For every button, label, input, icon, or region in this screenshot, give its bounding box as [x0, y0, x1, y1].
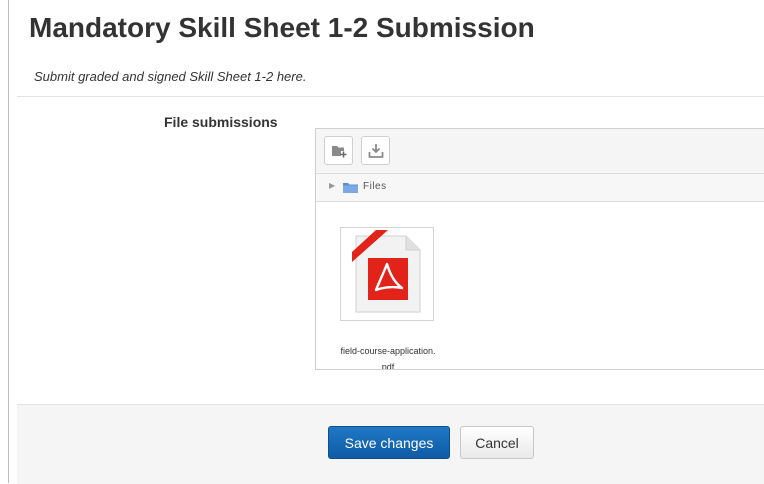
assignment-intro: Submit graded and signed Skill Sheet 1-2… — [34, 69, 307, 84]
pdf-file-icon — [352, 230, 421, 313]
section-divider — [17, 96, 764, 97]
add-file-button[interactable] — [324, 136, 353, 165]
folder-icon — [343, 183, 358, 193]
path-label[interactable]: Files — [363, 181, 387, 192]
file-manager: ▶ Files field-course-application.pdf — [315, 128, 764, 370]
page-title: Mandatory Skill Sheet 1-2 Submission — [29, 12, 535, 43]
file-item[interactable]: field-course-application.pdf — [340, 227, 436, 369]
file-manager-path: ▶ Files — [316, 174, 764, 202]
page-frame: Mandatory Skill Sheet 1-2 Submission Sub… — [8, 0, 764, 484]
folder-add-icon — [332, 146, 347, 158]
file-area: field-course-application.pdf — [316, 202, 764, 369]
save-changes-button[interactable]: Save changes — [328, 426, 450, 459]
path-expand-icon[interactable]: ▶ — [329, 181, 335, 190]
file-manager-toolbar — [316, 129, 764, 174]
download-icon — [368, 144, 384, 158]
form-actions: Save changes Cancel — [17, 404, 764, 484]
file-name: field-course-application.pdf — [340, 346, 436, 369]
download-all-button[interactable] — [361, 136, 390, 165]
file-thumbnail — [340, 227, 434, 321]
file-submissions-label: File submissions — [164, 114, 278, 130]
cancel-button[interactable]: Cancel — [460, 426, 534, 459]
